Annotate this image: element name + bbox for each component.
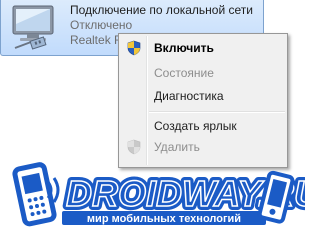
screenshot-stage: Подключение по локальной сети Отключено … (0, 0, 305, 241)
menu-item-label: Создать ярлык (154, 119, 237, 133)
menu-item-label: Состояние (154, 66, 214, 80)
menu-item-label: Диагностика (154, 89, 224, 103)
uac-shield-icon (127, 40, 141, 56)
connection-name: Подключение по локальной сети (70, 3, 253, 17)
uac-shield-icon (127, 139, 141, 155)
menu-item-label: Включить (154, 41, 214, 55)
droidway-watermark-logo: DROIDWAY.RU DROIDWAY.RU мир мобильных те… (12, 162, 305, 227)
svg-text:мир мобильных технологий: мир мобильных технологий (87, 213, 241, 225)
menu-item-delete[interactable]: Удалить (121, 136, 285, 158)
context-menu: Включить Состояние Диагностика Создать я… (118, 33, 288, 168)
menu-item-label: Удалить (154, 140, 200, 154)
menu-item-create-shortcut[interactable]: Создать ярлык (121, 115, 285, 137)
menu-item-status[interactable]: Состояние (121, 62, 285, 84)
menu-item-diagnostics[interactable]: Диагностика (121, 85, 285, 107)
menu-separator (149, 111, 285, 113)
network-adapter-icon (12, 5, 54, 50)
menu-item-enable[interactable]: Включить (121, 37, 285, 59)
connection-status: Отключено (70, 18, 133, 32)
